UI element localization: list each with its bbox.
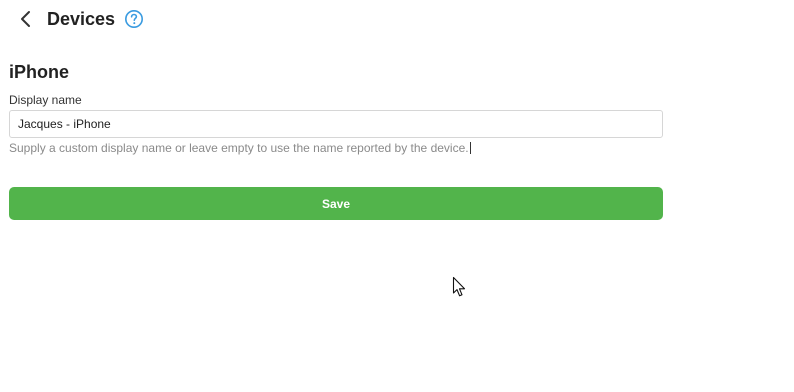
- save-button[interactable]: Save: [9, 187, 663, 220]
- text-caret: [469, 142, 471, 154]
- chevron-left-icon: [21, 11, 30, 27]
- display-name-help-text: Supply a custom display name or leave em…: [9, 141, 471, 155]
- header-bar: Devices: [0, 0, 794, 38]
- mouse-pointer-icon: [452, 276, 466, 297]
- display-name-label: Display name: [9, 93, 82, 107]
- help-button[interactable]: [124, 9, 144, 29]
- device-name-heading: iPhone: [9, 62, 70, 82]
- page-title: Devices: [47, 9, 116, 29]
- back-button[interactable]: [14, 7, 36, 31]
- help-text-content: Supply a custom display name or leave em…: [9, 141, 469, 155]
- display-name-input[interactable]: [9, 110, 663, 138]
- question-circle-icon: [125, 10, 143, 28]
